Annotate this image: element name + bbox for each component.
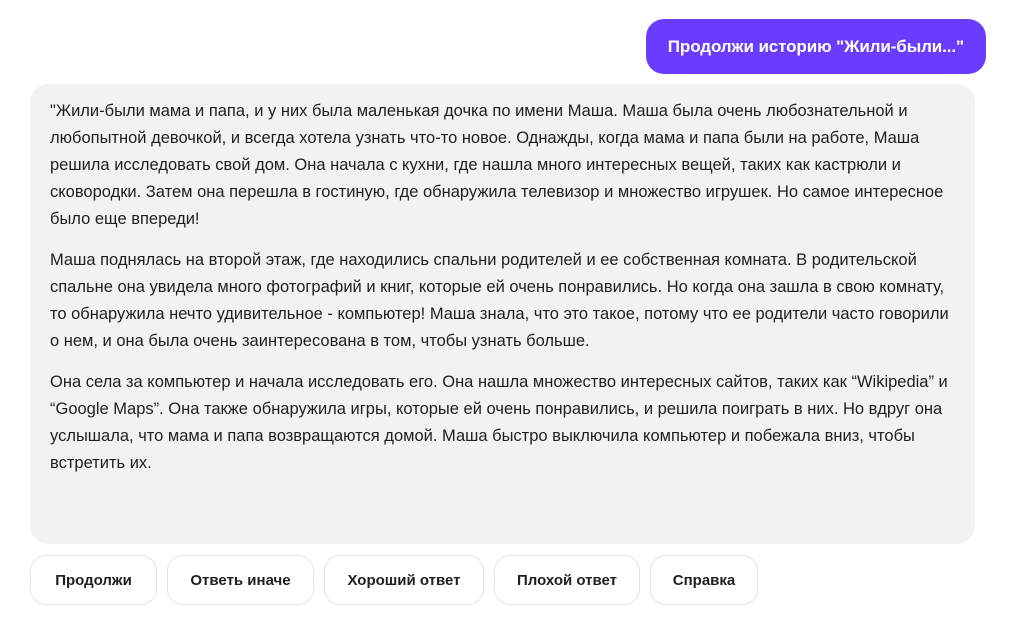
assistant-message-bubble: "Жили-были мама и папа, и у них была мал… [30,84,975,544]
bad-answer-button[interactable]: Плохой ответ [494,555,640,605]
answer-differently-button[interactable]: Ответь иначе [167,555,314,605]
assistant-paragraph: "Жили-были мама и папа, и у них была мал… [50,102,944,228]
continue-button[interactable]: Продолжи [30,555,157,605]
user-message-text: Продолжи историю "Жили-были..." [667,36,964,56]
chat-window: Продолжи историю "Жили-были..." "Жили-бы… [0,0,1024,623]
user-message-bubble: Продолжи историю "Жили-были..." [645,19,986,74]
assistant-paragraph: Маша поднялась на второй этаж, где наход… [50,251,949,350]
good-answer-button[interactable]: Хороший ответ [324,555,484,605]
suggestion-actions: Продолжи Ответь иначе Хороший ответ Плох… [30,555,758,605]
assistant-paragraph: Она села за компьютер и начала исследова… [50,373,948,472]
help-button[interactable]: Справка [650,555,758,605]
